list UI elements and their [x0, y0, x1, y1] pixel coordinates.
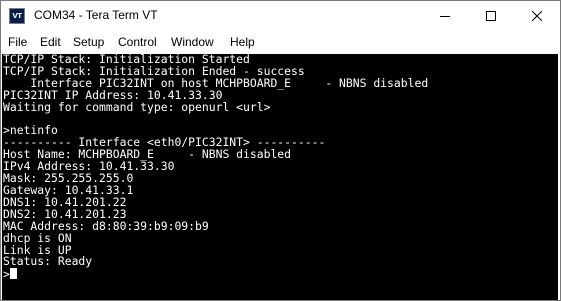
close-button[interactable] — [514, 1, 560, 31]
terminal-area[interactable]: TCP/IP Stack: Initialization Started TCP… — [2, 54, 558, 300]
menu-control[interactable]: Control — [118, 35, 157, 49]
close-icon — [532, 11, 542, 21]
tera-term-window: VT COM34 - Tera Term VT File Edit Setup … — [0, 0, 561, 301]
terminal-prompt: > — [3, 267, 10, 282]
text-cursor — [9, 268, 17, 280]
menu-window[interactable]: Window — [171, 35, 214, 49]
terminal-line: Status: Ready — [3, 254, 93, 269]
terminal-line: Waiting for command type: openurl <url> — [3, 99, 271, 114]
window-title: COM34 - Tera Term VT — [34, 8, 158, 22]
terminal-output: TCP/IP Stack: Initialization Started TCP… — [3, 54, 428, 281]
menu-file[interactable]: File — [8, 35, 27, 49]
maximize-button[interactable] — [468, 1, 514, 31]
menu-setup[interactable]: Setup — [73, 35, 104, 49]
menu-bar: File Edit Setup Control Window Help — [1, 32, 560, 53]
menu-edit[interactable]: Edit — [40, 35, 61, 49]
minimize-button[interactable] — [422, 1, 468, 31]
title-bar[interactable]: VT COM34 - Tera Term VT — [1, 1, 560, 31]
tera-term-icon[interactable]: VT — [9, 8, 25, 24]
minimize-icon — [440, 16, 450, 17]
maximize-icon — [486, 11, 496, 21]
menu-help[interactable]: Help — [230, 35, 255, 49]
